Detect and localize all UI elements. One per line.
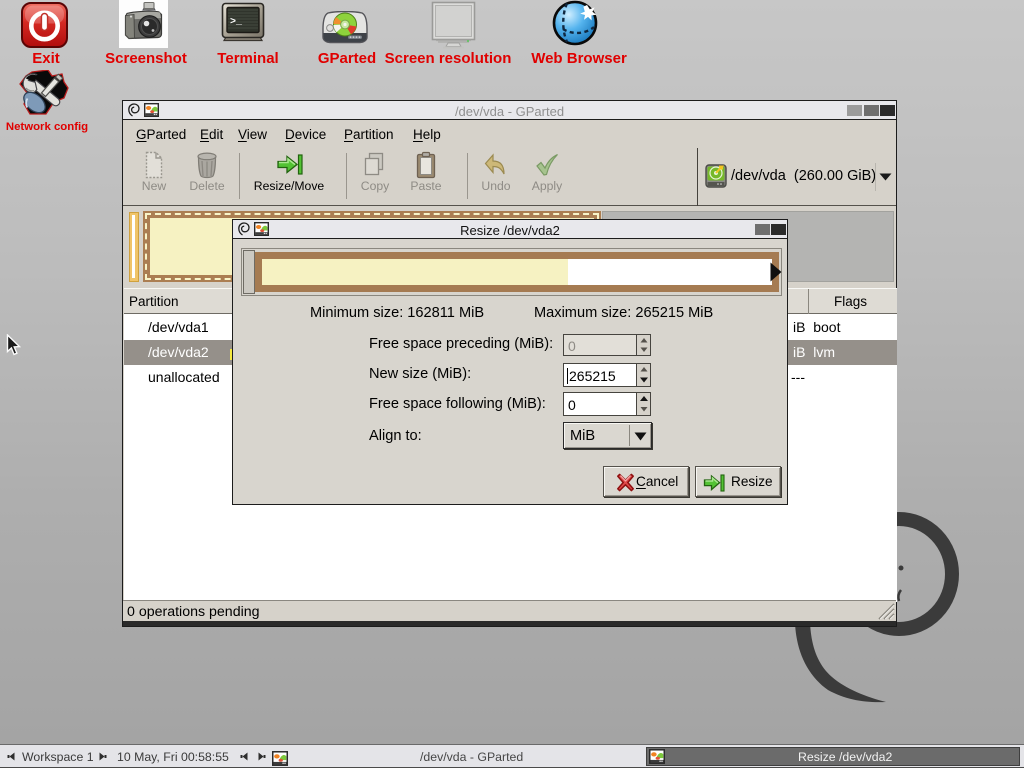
svg-text:>_: >_ <box>230 17 243 28</box>
